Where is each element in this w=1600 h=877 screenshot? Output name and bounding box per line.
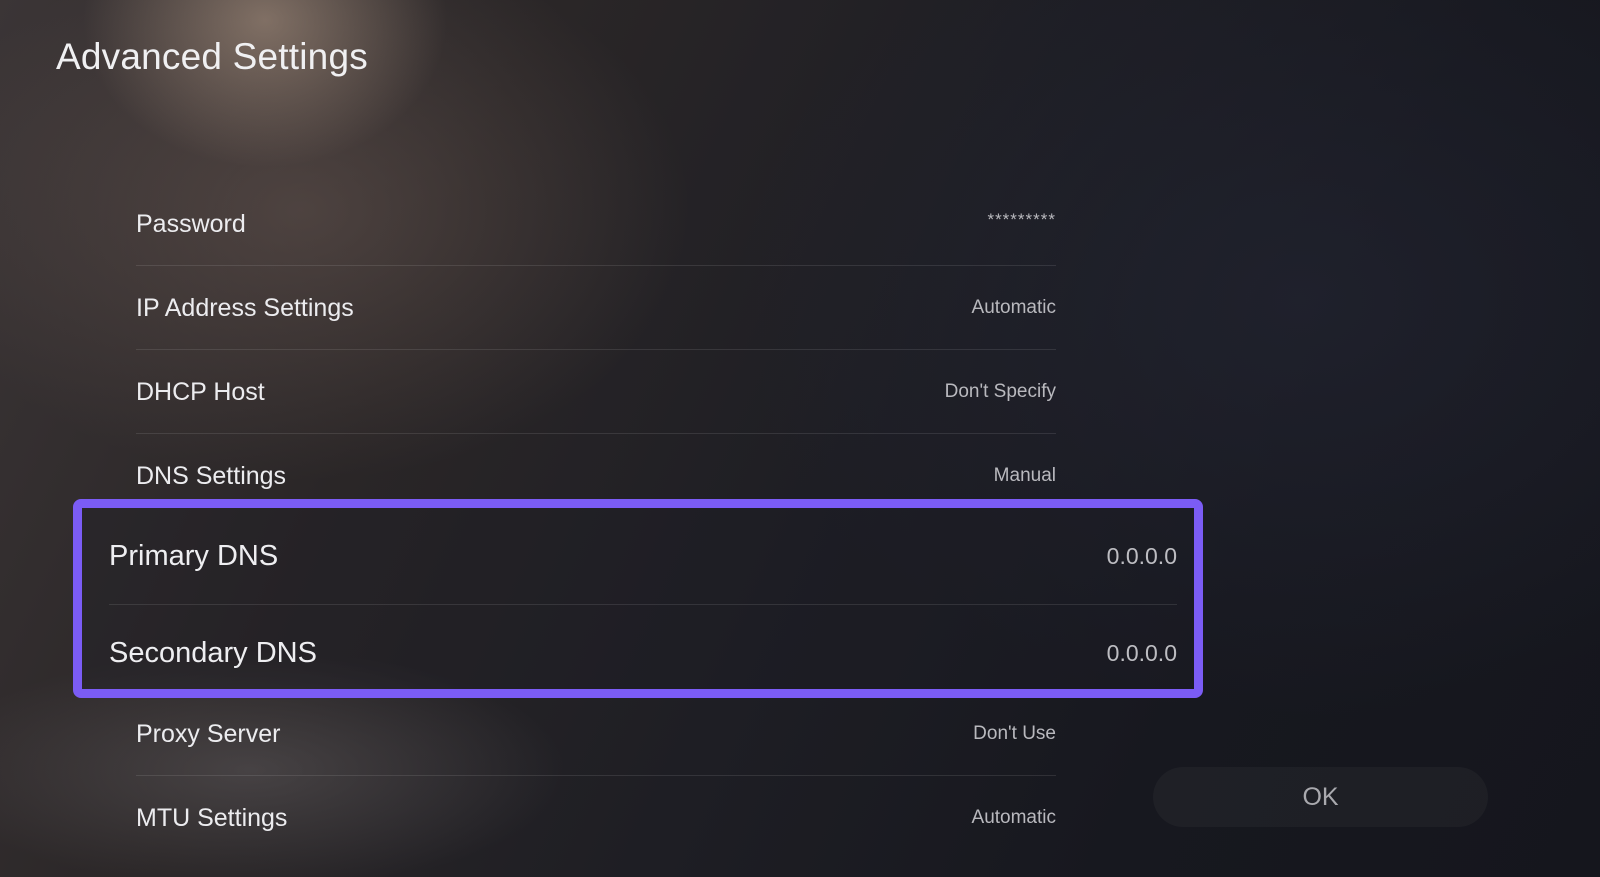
setting-row-mtu[interactable]: MTU Settings Automatic bbox=[136, 776, 1056, 860]
dns-highlight-box: Primary DNS 0.0.0.0 Secondary DNS 0.0.0.… bbox=[73, 499, 1203, 698]
setting-row-proxy-server[interactable]: Proxy Server Don't Use bbox=[136, 692, 1056, 776]
page-title: Advanced Settings bbox=[56, 36, 368, 77]
setting-label: Primary DNS bbox=[109, 539, 279, 572]
setting-label: DNS Settings bbox=[136, 461, 287, 490]
setting-value: Don't Use bbox=[973, 723, 1056, 744]
setting-label: Secondary DNS bbox=[109, 636, 317, 669]
setting-label: Password bbox=[136, 209, 246, 238]
setting-value: Automatic bbox=[971, 807, 1056, 828]
setting-row-secondary-dns[interactable]: Secondary DNS 0.0.0.0 bbox=[109, 605, 1229, 701]
setting-value: Manual bbox=[993, 465, 1056, 486]
setting-row-primary-dns[interactable]: Primary DNS 0.0.0.0 bbox=[109, 508, 1229, 604]
setting-value: Don't Specify bbox=[944, 381, 1056, 402]
setting-label: Proxy Server bbox=[136, 719, 281, 748]
setting-row-dhcp-host[interactable]: DHCP Host Don't Specify bbox=[136, 350, 1056, 434]
setting-label: MTU Settings bbox=[136, 803, 288, 832]
setting-label: DHCP Host bbox=[136, 377, 265, 406]
setting-row-ip-address[interactable]: IP Address Settings Automatic bbox=[136, 266, 1056, 350]
ok-button[interactable]: OK bbox=[1153, 767, 1488, 827]
setting-row-password[interactable]: Password ********* bbox=[136, 182, 1056, 266]
setting-value: 0.0.0.0 bbox=[1106, 639, 1177, 666]
setting-label: IP Address Settings bbox=[136, 293, 354, 322]
setting-value: Automatic bbox=[971, 297, 1056, 318]
setting-value: ********* bbox=[987, 210, 1056, 229]
setting-value: 0.0.0.0 bbox=[1106, 542, 1177, 569]
